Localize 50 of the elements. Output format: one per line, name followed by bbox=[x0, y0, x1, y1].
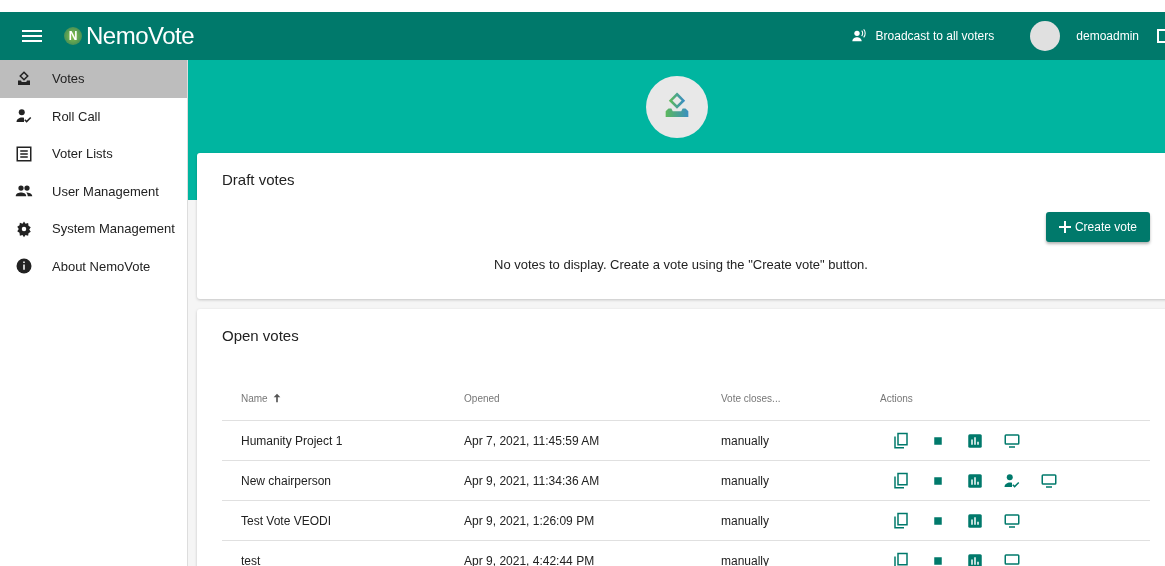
table-cell: Apr 9, 2021, 11:34:36 AM bbox=[464, 473, 600, 488]
copy-icon bbox=[891, 431, 910, 450]
broadcast-button[interactable]: Broadcast to all voters bbox=[849, 28, 995, 44]
bar-chart-icon bbox=[965, 511, 984, 530]
table-cell: manually bbox=[720, 513, 769, 528]
table-cell: test bbox=[241, 553, 261, 566]
logo-icon: N bbox=[64, 27, 82, 45]
table-cell: Test Vote VEODI bbox=[241, 513, 332, 528]
table-cell: manually bbox=[720, 473, 769, 488]
column-header[interactable]: Name bbox=[241, 392, 282, 404]
card-title: Open votes bbox=[222, 327, 300, 344]
table-cell: Humanity Project 1 bbox=[241, 433, 343, 448]
table-cell: manually bbox=[720, 433, 769, 448]
sidebar-item[interactable]: Votes bbox=[0, 60, 187, 98]
sidebar-item[interactable]: About NemoVote bbox=[0, 247, 187, 285]
user-name[interactable]: demoadmin bbox=[1076, 29, 1139, 43]
empty-message: No votes to display. Create a vote using the "Create vote" button. bbox=[493, 257, 869, 272]
list-icon bbox=[15, 144, 33, 163]
bar-chart-icon bbox=[965, 471, 984, 490]
column-header: Actions bbox=[879, 392, 913, 404]
copy-icon bbox=[891, 511, 910, 530]
gear-icon bbox=[15, 219, 33, 238]
column-header: Opened bbox=[464, 392, 500, 404]
sidebar-item[interactable]: Voter Lists bbox=[0, 135, 187, 173]
copy-icon bbox=[891, 471, 910, 490]
sidebar-item[interactable]: User Management bbox=[0, 172, 187, 210]
table-cell: Apr 7, 2021, 11:45:59 AM bbox=[464, 433, 600, 448]
copy-icon bbox=[891, 551, 910, 566]
sidebar-item[interactable]: Roll Call bbox=[0, 97, 187, 135]
column-header: Vote closes... bbox=[720, 392, 781, 404]
bar-chart-icon bbox=[965, 431, 984, 450]
table-cell: New chairperson bbox=[241, 473, 332, 488]
person-check-icon bbox=[15, 107, 33, 126]
ballot-box-icon bbox=[15, 69, 33, 88]
menu-button[interactable] bbox=[22, 28, 42, 44]
sort-arrow-icon bbox=[271, 393, 282, 403]
monitor-icon bbox=[1002, 431, 1021, 450]
avatar-icon[interactable] bbox=[1030, 21, 1061, 51]
person-check-icon bbox=[1002, 471, 1021, 490]
monitor-icon bbox=[1002, 551, 1021, 566]
info-icon bbox=[15, 257, 33, 276]
sidebar-item[interactable]: System Management bbox=[0, 210, 187, 248]
fullscreen-icon[interactable] bbox=[1157, 29, 1165, 43]
monitor-icon bbox=[1039, 471, 1058, 490]
plus-icon bbox=[1058, 221, 1071, 233]
app-name: NemoVote bbox=[86, 22, 195, 50]
create-vote-button[interactable]: Create vote bbox=[1045, 212, 1150, 242]
table-cell: Apr 9, 2021, 1:26:09 PM bbox=[464, 513, 595, 528]
monitor-icon bbox=[1002, 511, 1021, 530]
card-title: Draft votes bbox=[222, 171, 296, 188]
